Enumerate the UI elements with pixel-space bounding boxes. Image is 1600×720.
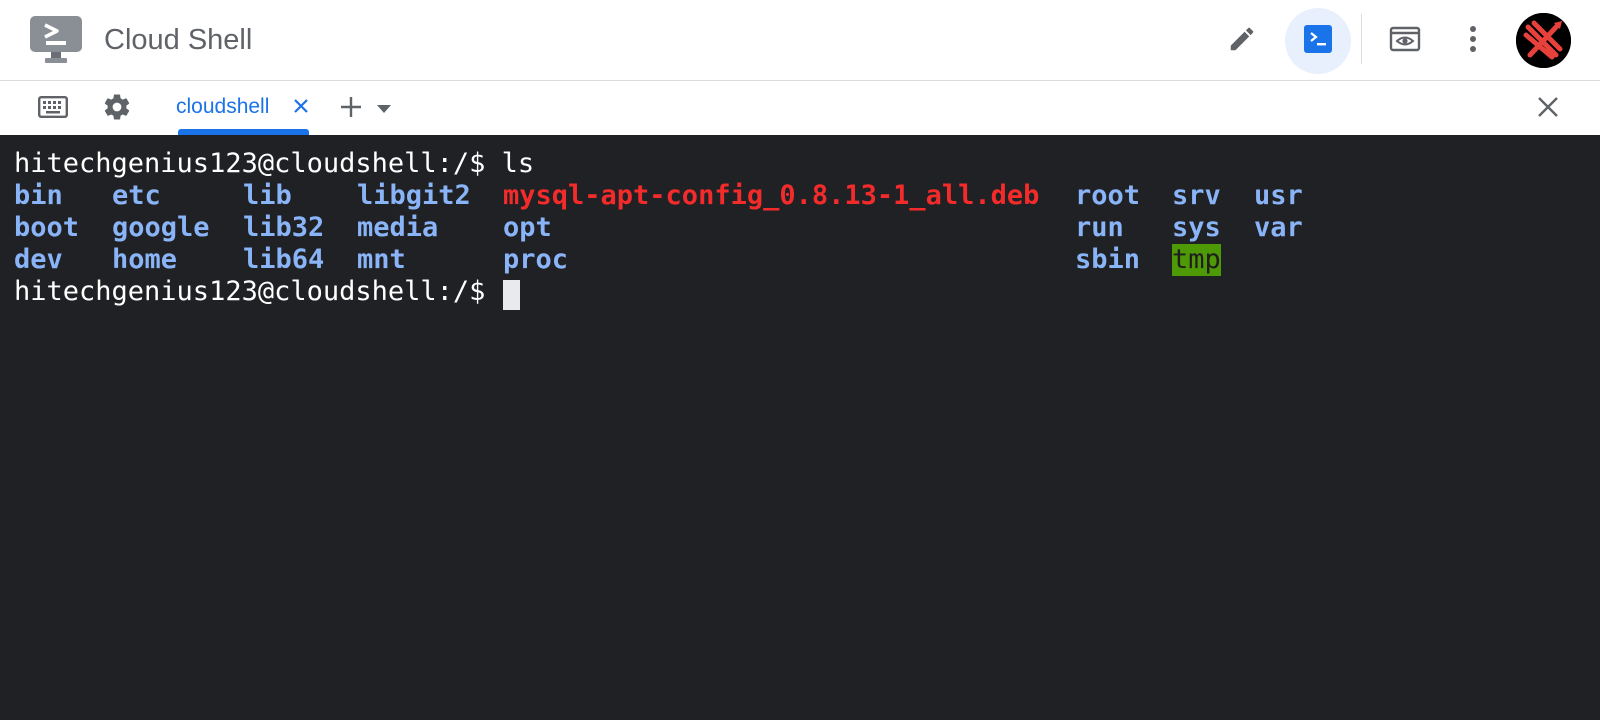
terminal-icon bbox=[1304, 24, 1332, 58]
tab-cloudshell[interactable]: cloudshell bbox=[176, 81, 312, 135]
more-options-button[interactable] bbox=[1440, 8, 1506, 74]
terminal-output[interactable]: hitechgenius123@cloudshell:/$ ls bin etc… bbox=[0, 135, 1600, 720]
open-editor-button[interactable] bbox=[1209, 8, 1275, 74]
user-avatar[interactable] bbox=[1516, 13, 1571, 68]
terminal-cursor bbox=[503, 280, 520, 310]
close-panel-button[interactable] bbox=[1528, 89, 1568, 129]
ls-entry: sbin bbox=[1075, 244, 1141, 275]
caret-down-icon bbox=[377, 100, 391, 118]
tab-close-button[interactable] bbox=[288, 94, 314, 122]
prompt-line: hitechgenius123@cloudshell:/$ ls bbox=[14, 148, 535, 179]
ls-entry: home bbox=[112, 244, 178, 275]
ls-entry: google bbox=[112, 212, 210, 243]
header-divider bbox=[1361, 14, 1362, 64]
cloud-shell-terminal-icon bbox=[30, 16, 82, 64]
close-icon bbox=[293, 98, 309, 119]
prompt-line: hitechgenius123@cloudshell:/$ bbox=[14, 276, 502, 307]
keyboard-button[interactable] bbox=[33, 89, 73, 129]
ls-entry: lib32 bbox=[243, 212, 325, 243]
app-title: Cloud Shell bbox=[104, 24, 253, 56]
ls-entry: mnt bbox=[357, 244, 406, 275]
ls-entry: boot bbox=[14, 212, 80, 243]
pencil-icon bbox=[1227, 24, 1257, 59]
ls-entry: etc bbox=[112, 180, 161, 211]
tab-label: cloudshell bbox=[176, 95, 270, 118]
ls-entry: media bbox=[357, 212, 439, 243]
keyboard-icon bbox=[38, 95, 69, 123]
ls-entry: var bbox=[1254, 212, 1303, 243]
web-preview-button[interactable] bbox=[1372, 8, 1438, 74]
ls-entry-archive: mysql-apt-config_0.8.13-1_all.deb bbox=[503, 180, 1040, 211]
ls-entry: lib bbox=[243, 180, 292, 211]
ls-entry: lib64 bbox=[243, 244, 325, 275]
ls-entry: opt bbox=[503, 212, 552, 243]
open-terminal-button[interactable] bbox=[1285, 8, 1351, 74]
ls-entry: bin bbox=[14, 180, 63, 211]
terminal-tab-bar: cloudshell bbox=[0, 81, 1600, 135]
ls-entry: srv bbox=[1172, 180, 1221, 211]
ls-entry-sticky-dir: tmp bbox=[1172, 244, 1221, 276]
ls-entry: dev bbox=[14, 244, 63, 275]
preview-eye-icon bbox=[1389, 25, 1421, 58]
ls-entry: run bbox=[1075, 212, 1124, 243]
more-vert-icon bbox=[1469, 25, 1477, 58]
ls-entry: usr bbox=[1254, 180, 1303, 211]
ls-entry: root bbox=[1075, 180, 1141, 211]
gear-icon bbox=[102, 92, 132, 127]
ls-entry: sys bbox=[1172, 212, 1221, 243]
tab-dropdown-button[interactable] bbox=[364, 89, 404, 129]
header-bar: Cloud Shell bbox=[0, 0, 1600, 81]
ls-entry: libgit2 bbox=[357, 180, 471, 211]
ls-entry: proc bbox=[503, 244, 569, 275]
plus-icon bbox=[340, 96, 362, 123]
close-icon bbox=[1537, 96, 1559, 123]
settings-button[interactable] bbox=[97, 89, 137, 129]
